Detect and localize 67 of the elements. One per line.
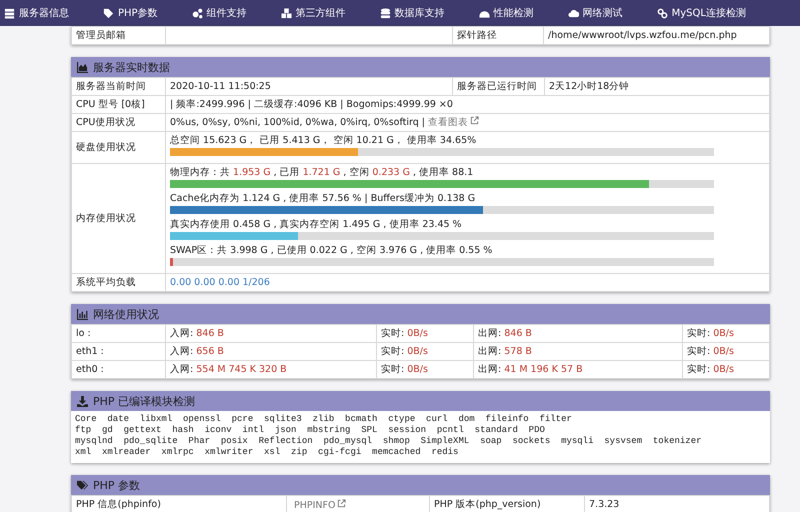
table-cell: 实时: 0B/s bbox=[682, 342, 770, 360]
tags-icon bbox=[77, 480, 88, 490]
cpu-usage-text: 0%us, 0%sy, 0%ni, 100%id, 0%wa, 0%irq, 0%softirq | bbox=[170, 117, 425, 128]
table-cell: 实时: 0B/s bbox=[682, 324, 770, 342]
table-cell: eth1 : bbox=[72, 342, 166, 360]
table-cell: lo : bbox=[72, 324, 166, 342]
nav-item[interactable]: 服务器信息 bbox=[4, 6, 69, 20]
table-cell: 出网: 846 B bbox=[474, 324, 682, 342]
table-cell: 2020-10-11 11:50:25 bbox=[166, 78, 452, 96]
table-cell: /home/wwwroot/lvps.wzfou.me/pcn.php bbox=[544, 26, 770, 44]
table-cell: CPU 型号 [0核] bbox=[72, 96, 166, 114]
memory-usage-text: 物理内存：共 1.953 G , 已用 1.721 G , 空闲 0.233 G , 使用率 88.1 bbox=[170, 166, 474, 179]
nav-item[interactable]: 组件支持 bbox=[192, 6, 247, 20]
table-cell: 入网: 656 B bbox=[166, 342, 376, 360]
module-list-line: ftp gd gettext hash iconv intl json mbstring SPL session pcntl standard PDO bbox=[75, 425, 545, 436]
cubes-icon bbox=[280, 8, 292, 18]
table-cell: | 频率:2499.996 | 二级缓存:4096 KB | Bogomips:4999.99 ×0 bbox=[166, 96, 770, 114]
panel-title: PHP 参数 bbox=[93, 478, 140, 492]
table-cell: 管理员邮箱 bbox=[72, 26, 166, 44]
table-cell: 入网: 554 M 745 K 320 B bbox=[166, 360, 376, 378]
nav-item[interactable]: MySQL连接检测 bbox=[656, 6, 746, 20]
table-cell: PHP 信息(phpinfo) bbox=[72, 496, 286, 512]
table-cell: 2天12小时18分钟 bbox=[544, 78, 770, 96]
table-cell: 硬盘使用状况 bbox=[72, 132, 166, 164]
module-list-line: xml xmlreader xmlrpc xmlwriter xsl zip cgi-fcgi memcached redis bbox=[75, 447, 458, 458]
tag-icon bbox=[103, 8, 114, 18]
memory-usage-text: SWAP区：共 3.998 G , 已使用 0.022 G , 空闲 3.976 G , 使用率 0.55 % bbox=[170, 244, 494, 257]
table-cell: 内存使用状况 bbox=[72, 164, 166, 274]
table-cell: 实时: 0B/s bbox=[682, 360, 770, 378]
memory-usage-text: Cache化内存为 1.124 G , 使用率 57.56 % | Buffers缓冲为 0.138 G bbox=[170, 192, 476, 205]
disk-usage-text: 总空间 15.623 G， 已用 5.413 G， 空闲 10.21 G， 使用率 34.65% bbox=[170, 134, 478, 147]
chart-link[interactable]: 查看图表 bbox=[428, 117, 479, 128]
link-icon bbox=[656, 8, 668, 18]
table-cell: 探针路径 bbox=[452, 26, 544, 44]
download-icon bbox=[77, 396, 88, 406]
nav-item[interactable]: 第三方组件 bbox=[280, 6, 346, 20]
table-cell: eth0 : bbox=[72, 360, 166, 378]
panel-title: 网络使用状况 bbox=[93, 306, 159, 322]
module-list-line: mysqlnd pdo_sqlite Phar posix Reflection pdo_mysql shmop SimpleXML soap sockets mysqli sysvsem tokenizer bbox=[75, 436, 702, 447]
external-link-icon bbox=[337, 498, 346, 508]
table-cell: CPU使用状况 bbox=[72, 114, 166, 132]
database-icon bbox=[380, 8, 391, 18]
table-cell: 出网: 41 M 196 K 57 B bbox=[474, 360, 682, 378]
memory-usage-text: 真实内存使用 0.458 G , 真实内存空闲 1.495 G , 使用率 23.45 % bbox=[170, 218, 463, 231]
bar-chart-icon bbox=[77, 308, 88, 320]
panel-title: PHP 已编译模块检测 bbox=[93, 394, 196, 408]
table-cell: PHP 版本(php_version) bbox=[430, 496, 584, 512]
table-cell: 7.3.23 bbox=[584, 496, 770, 512]
table-cell: 出网: 578 B bbox=[474, 342, 682, 360]
table-cell: 实时: 0B/s bbox=[376, 360, 474, 378]
cloud-icon bbox=[568, 8, 579, 18]
nav-item[interactable]: 数据库支持 bbox=[380, 6, 445, 20]
table-cell: 实时: 0B/s bbox=[376, 342, 474, 360]
panel-title: 服务器实时数据 bbox=[93, 60, 170, 74]
nav-item[interactable]: 性能检测 bbox=[478, 6, 534, 20]
table-cell: 实时: 0B/s bbox=[376, 324, 474, 342]
external-link-icon bbox=[470, 116, 479, 125]
table-cell: 0.00 0.00 0.00 1/206 bbox=[166, 274, 770, 292]
table-cell: 系统平均负载 bbox=[72, 274, 166, 292]
server-icon bbox=[4, 8, 15, 18]
module-list-line: Core date libxml openssl pcre sqlite3 zlib bcmath ctype curl dom fileinfo filter bbox=[75, 414, 572, 425]
nav-item[interactable]: 网络测试 bbox=[568, 6, 623, 20]
table-cell: 服务器当前时间 bbox=[72, 78, 166, 96]
nav-item[interactable]: PHP参数 bbox=[103, 6, 158, 20]
table-cell: 入网: 846 B bbox=[166, 324, 376, 342]
table-cell: 服务器已运行时间 bbox=[452, 78, 544, 96]
area-chart-icon bbox=[77, 62, 88, 72]
